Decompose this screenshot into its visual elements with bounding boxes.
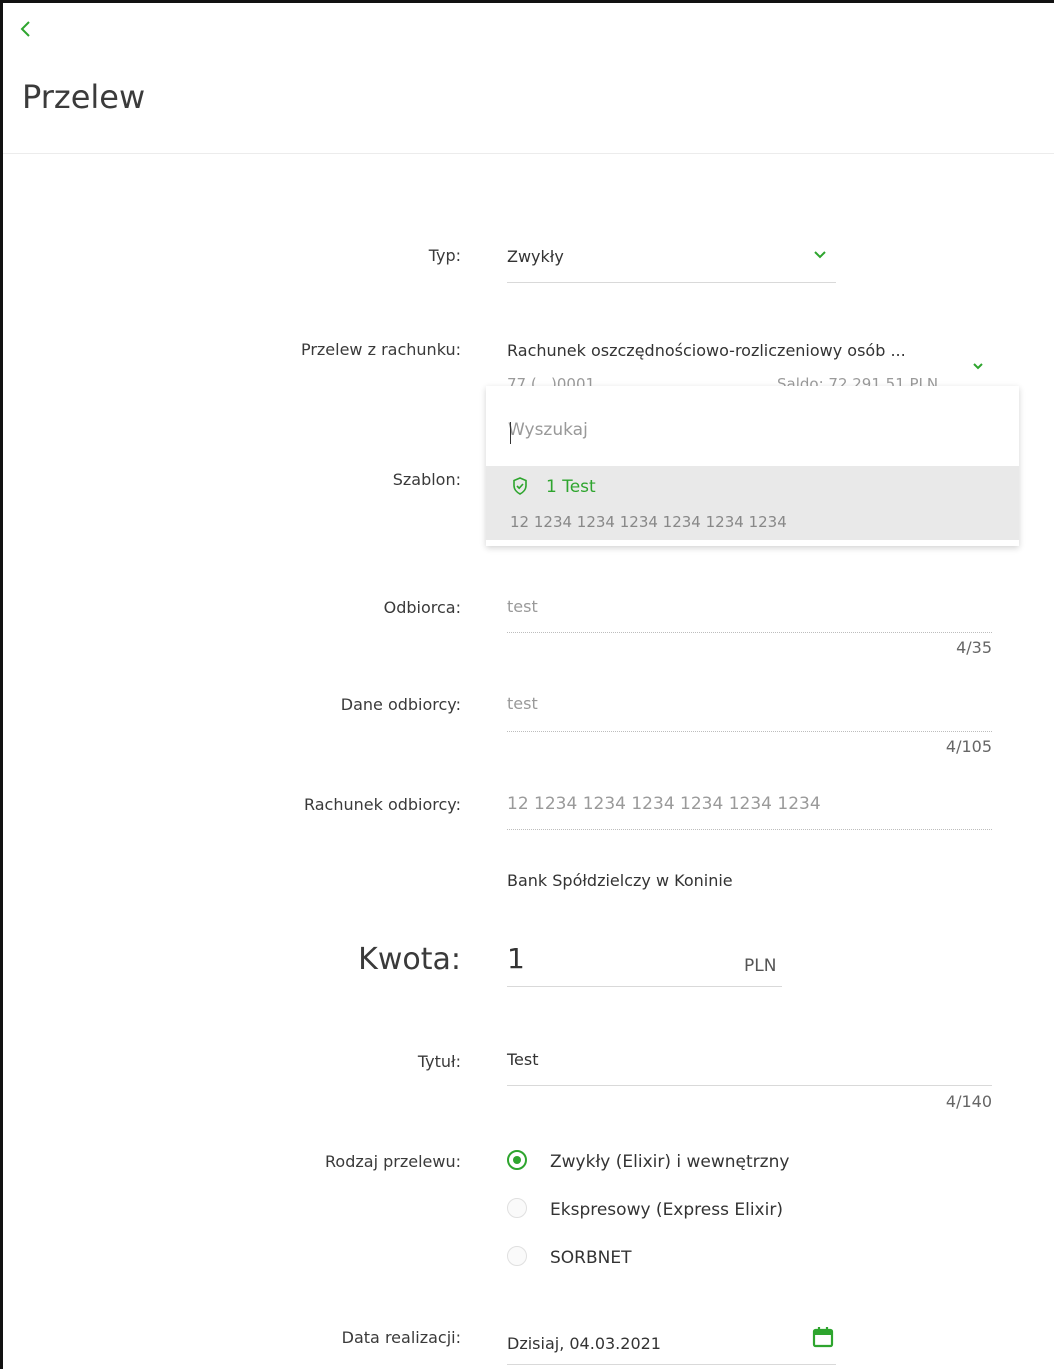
transfer-type-radio-elixir[interactable] [507, 1150, 527, 1170]
template-option-account: 12 1234 1234 1234 1234 1234 1234 [510, 513, 787, 531]
recipient-underline [507, 632, 992, 633]
typ-label: Typ: [428, 246, 461, 265]
amount-input[interactable]: 1 [507, 942, 525, 975]
title-underline [507, 1085, 992, 1086]
execution-date-input[interactable]: Dzisiaj, 04.03.2021 [507, 1334, 661, 1353]
from-account-name[interactable]: Rachunek oszczędnościowo-rozliczeniowy o… [507, 341, 906, 360]
template-dropdown: Wyszukaj 1 Test 12 1234 1234 1234 1234 1… [486, 386, 1019, 546]
page-title: Przelew [22, 78, 146, 116]
recipient-input[interactable]: test [507, 597, 538, 616]
back-button[interactable] [14, 18, 38, 42]
shield-check-icon [510, 476, 530, 496]
template-search-input[interactable]: Wyszukaj [508, 420, 588, 440]
transfer-type-radio-express[interactable] [507, 1198, 527, 1218]
from-account-balance: Saldo: 72 291,51 PLN [777, 375, 939, 386]
amount-label: Kwota: [358, 942, 461, 977]
execution-date-underline [507, 1364, 836, 1365]
title-label: Tytuł: [417, 1052, 461, 1071]
header-divider [3, 153, 1054, 154]
from-account-label: Przelew z rachunku: [300, 340, 461, 359]
recipient-details-counter: 4/105 [945, 737, 992, 756]
title-counter: 4/140 [945, 1092, 992, 1111]
transfer-type-option-label[interactable]: SORBNET [550, 1248, 632, 1268]
chevron-down-icon [814, 251, 826, 259]
typ-underline [507, 282, 836, 283]
chevron-left-icon [20, 21, 30, 37]
transfer-type-label: Rodzaj przelewu: [325, 1152, 461, 1171]
template-option-name: 1 Test [546, 477, 596, 497]
recipient-label: Odbiorca: [383, 598, 461, 617]
chevron-down-icon [973, 363, 983, 370]
transfer-type-option-label[interactable]: Zwykły (Elixir) i wewnętrzny [550, 1152, 789, 1172]
calendar-icon [812, 1327, 834, 1348]
recipient-details-input[interactable]: test [507, 694, 538, 713]
currency: PLN [744, 956, 777, 976]
recipient-counter: 4/35 [956, 638, 992, 657]
execution-date-label: Data realizacji: [341, 1328, 461, 1347]
from-account-number: 77 (...)0001 [507, 375, 596, 386]
recipient-account-input[interactable]: 12 1234 1234 1234 1234 1234 1234 [507, 794, 821, 814]
title-input[interactable]: Test [507, 1050, 539, 1069]
typ-select[interactable]: Zwykły [507, 247, 564, 266]
recipient-account-underline [507, 829, 992, 830]
calendar-button[interactable] [812, 1326, 834, 1348]
typ-dropdown-toggle[interactable] [812, 247, 828, 263]
amount-underline [507, 986, 782, 987]
recipient-details-label: Dane odbiorcy: [340, 695, 461, 714]
recipient-details-underline [507, 731, 992, 732]
transfer-type-option-label[interactable]: Ekspresowy (Express Elixir) [550, 1200, 783, 1220]
from-account-dropdown-toggle[interactable] [970, 358, 986, 374]
recipient-account-label: Rachunek odbiorcy: [303, 795, 461, 814]
transfer-type-radio-sorbnet[interactable] [507, 1246, 527, 1266]
text-caret [510, 422, 511, 444]
template-option[interactable]: 1 Test 12 1234 1234 1234 1234 1234 1234 [486, 466, 1019, 540]
bank-name: Bank Spółdzielczy w Koninie [507, 871, 733, 890]
template-label: Szablon: [392, 470, 461, 489]
